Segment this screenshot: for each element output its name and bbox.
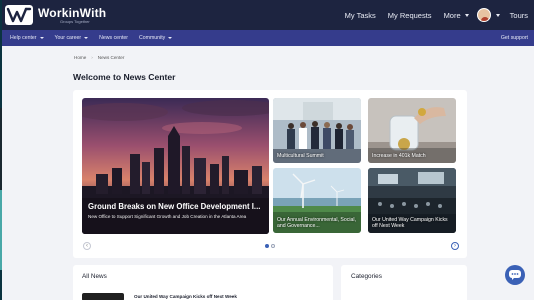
- news-tile-united-way[interactable]: Our United Way Campaign Kicks off Next W…: [368, 168, 456, 233]
- news-tile-multicultural-summit[interactable]: Multicultural Summit: [273, 98, 361, 163]
- my-tasks-link[interactable]: My Tasks: [345, 11, 376, 20]
- news-tile-caption: Multicultural Summit: [277, 152, 324, 159]
- carousel-pagination: [264, 244, 276, 248]
- all-news-heading: All News: [82, 273, 107, 280]
- all-news-panel: All News Our United Way Campaign Kicks o…: [73, 265, 333, 300]
- subnav-item-your-career[interactable]: Your career: [55, 35, 89, 41]
- more-menu[interactable]: More: [444, 11, 469, 20]
- featured-news-title: Ground Breaks on New Office Development …: [88, 202, 261, 211]
- subnav-item-label: News center: [99, 35, 129, 41]
- subnav-item-help-center[interactable]: Help center: [10, 35, 44, 41]
- tours-link[interactable]: Tours: [510, 11, 528, 20]
- news-tile-401k-match[interactable]: Increase in 401k Match: [368, 98, 456, 163]
- news-item-thumbnail[interactable]: [82, 293, 124, 300]
- app-logo[interactable]: WorkinWith Groups Together: [5, 5, 106, 25]
- my-requests-link[interactable]: My Requests: [388, 11, 432, 20]
- app-name: WorkinWith: [38, 5, 107, 20]
- get-support-link[interactable]: Get support: [501, 35, 528, 41]
- subnav-item-community[interactable]: Community: [139, 35, 173, 41]
- chat-bubble-icon: [509, 270, 521, 280]
- breadcrumb-separator-icon: ›: [91, 55, 93, 60]
- chevron-down-icon: [39, 37, 44, 39]
- subnav-item-label: Help center: [10, 35, 37, 41]
- categories-panel: Categories: [341, 265, 467, 300]
- breadcrumb: Home › News Center: [74, 55, 124, 60]
- page-title: Welcome to News Center: [73, 72, 176, 82]
- breadcrumb-home[interactable]: Home: [74, 55, 86, 60]
- carousel-prev-button[interactable]: ‹: [83, 242, 91, 250]
- workinwith-logo-icon: [5, 5, 33, 25]
- user-avatar[interactable]: [476, 8, 491, 22]
- subnav-item-label: Your career: [54, 35, 82, 41]
- news-item-title[interactable]: Our United Way Campaign Kicks off Next W…: [134, 294, 237, 299]
- categories-heading: Categories: [351, 273, 382, 280]
- news-carousel: Ground Breaks on New Office Development …: [73, 90, 467, 258]
- featured-news-subtitle: New Office to Support Significant Growth…: [88, 214, 247, 219]
- news-tile-esg-report[interactable]: Our Annual Environmental, Social, and Go…: [273, 168, 361, 233]
- news-tile-caption: Our United Way Campaign Kicks off Next W…: [372, 216, 448, 229]
- carousel-next-button[interactable]: ›: [451, 242, 459, 250]
- chevron-down-icon[interactable]: [495, 13, 500, 17]
- chevron-down-icon: [84, 37, 89, 39]
- breadcrumb-current: News Center: [97, 55, 125, 60]
- secondary-navigation-bar: Help center Your career News center Comm…: [2, 30, 534, 46]
- more-label: More: [443, 10, 461, 20]
- subnav-item-news-center[interactable]: News center: [99, 35, 128, 41]
- chevron-down-icon: [464, 13, 469, 17]
- chat-button[interactable]: [505, 265, 525, 285]
- browser-window: WorkinWith Groups Together My Tasks My R…: [2, 0, 534, 300]
- news-tile-caption: Increase in 401k Match: [372, 152, 426, 159]
- chevron-down-icon: [168, 37, 173, 39]
- news-tile-caption: Our Annual Environmental, Social, and Go…: [277, 216, 357, 229]
- carousel-dot-active[interactable]: [265, 244, 269, 248]
- carousel-dot[interactable]: [271, 244, 275, 248]
- subnav-item-label: Community: [139, 35, 166, 41]
- top-navigation-bar: WorkinWith Groups Together My Tasks My R…: [2, 0, 534, 30]
- featured-news-card[interactable]: Ground Breaks on New Office Development …: [82, 98, 269, 234]
